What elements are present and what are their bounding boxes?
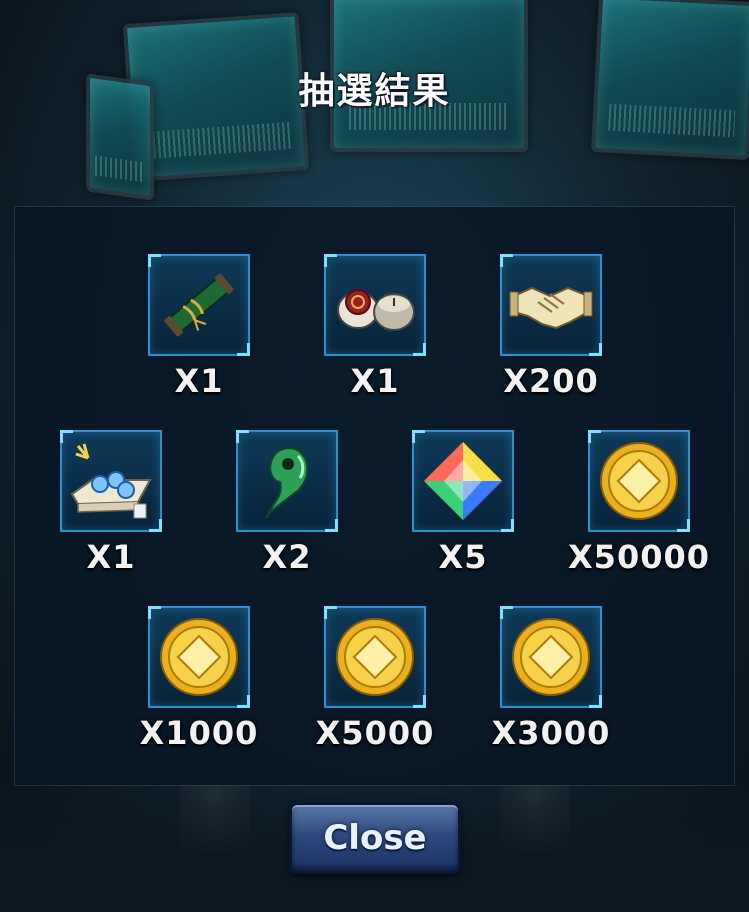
close-button[interactable]: Close	[289, 802, 461, 874]
reward-icon-frame	[500, 254, 602, 356]
reward-icon-frame	[412, 430, 514, 532]
gold-coin-icon	[600, 442, 678, 520]
close-button-label: Close	[323, 818, 427, 858]
reward-quantity: X5	[438, 538, 488, 576]
gold-coin-icon	[336, 618, 414, 696]
reward-item[interactable]: X1	[300, 254, 450, 400]
reward-quantity: X1000	[139, 714, 259, 752]
reward-quantity: X3000	[491, 714, 611, 752]
reward-quantity: X1	[350, 362, 400, 400]
reward-quantity: X1	[86, 538, 136, 576]
reward-quantity: X50000	[568, 538, 710, 576]
reward-quantity: X200	[503, 362, 599, 400]
reward-icon-frame	[236, 430, 338, 532]
reward-icon-frame	[148, 254, 250, 356]
reward-item[interactable]: X3000	[476, 606, 626, 752]
reward-item[interactable]: X1	[124, 254, 274, 400]
reward-item[interactable]: X5000	[300, 606, 450, 752]
reward-quantity: X1	[174, 362, 224, 400]
page-title: 抽選結果	[298, 71, 451, 112]
reward-icon-frame	[588, 430, 690, 532]
reward-icon-frame	[324, 606, 426, 708]
reward-icon-frame	[324, 254, 426, 356]
handshake-icon	[509, 286, 593, 330]
results-panel: X1 X1 X200 X1 X2 X5 X50000 X1000 X5000 X…	[15, 207, 734, 785]
reward-icon-frame	[500, 606, 602, 708]
reward-item[interactable]: X1	[36, 430, 186, 576]
reward-icon-frame	[60, 430, 162, 532]
reward-icon-frame	[148, 606, 250, 708]
orbs-on-cushion-icon	[70, 443, 152, 519]
reward-item[interactable]: X50000	[555, 430, 723, 576]
reward-item[interactable]: X2	[212, 430, 362, 576]
reward-item[interactable]: X200	[476, 254, 626, 400]
gold-coin-icon	[512, 618, 590, 696]
reward-quantity: X2	[262, 538, 312, 576]
rainbow-crystal-icon	[422, 440, 504, 522]
reward-quantity: X5000	[315, 714, 435, 752]
reward-item[interactable]: X1000	[124, 606, 274, 752]
gold-coin-icon	[160, 618, 238, 696]
seal-stamp-icon	[337, 289, 415, 331]
reward-item[interactable]: X5	[388, 430, 538, 576]
jade-magatama-icon	[265, 446, 309, 519]
scroll-icon	[164, 273, 234, 337]
